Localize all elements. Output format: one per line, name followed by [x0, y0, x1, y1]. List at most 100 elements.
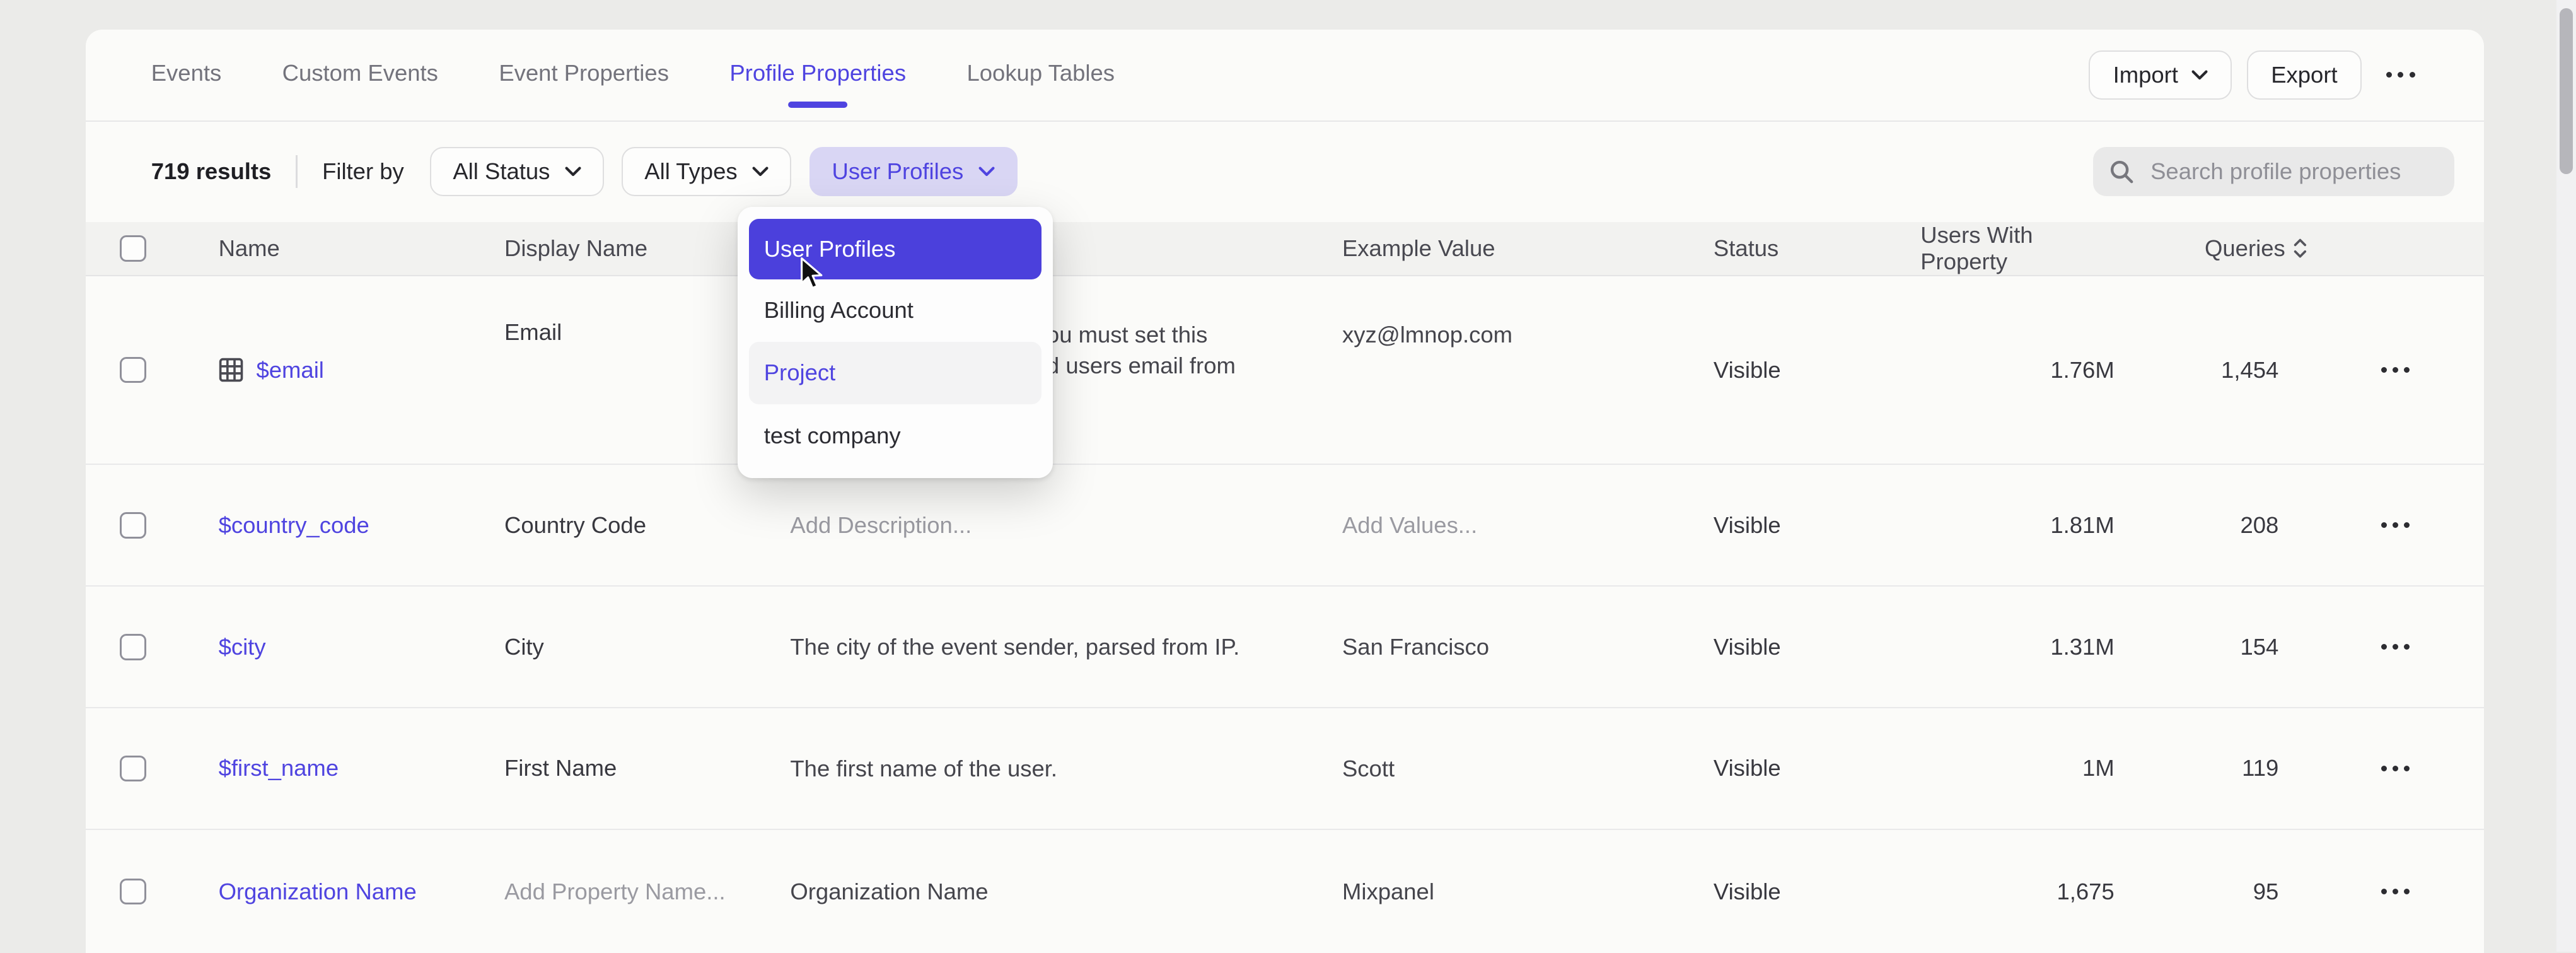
- display-name-value: First Name: [504, 755, 617, 781]
- row-checkbox[interactable]: [120, 634, 146, 660]
- dot-icon: [2381, 766, 2387, 771]
- scrollbar-track: [2556, 0, 2576, 952]
- row-more-options-button[interactable]: [2371, 752, 2420, 785]
- users-with-property-value: 1.81M: [2050, 512, 2114, 539]
- row-checkbox[interactable]: [120, 879, 146, 905]
- dropdown-item-project[interactable]: Project: [749, 342, 1041, 404]
- type-filter-dropdown[interactable]: All Types: [622, 147, 791, 196]
- dot-icon: [2404, 766, 2410, 771]
- property-name-link[interactable]: Organization Name: [219, 879, 417, 905]
- table-header-row: Name Display Name Example Value Status U…: [86, 222, 2485, 276]
- queries-value: 154: [2240, 634, 2278, 660]
- import-button[interactable]: Import: [2089, 50, 2232, 100]
- column-header-users-with-property: Users With Property: [1920, 222, 2114, 275]
- row-checkbox[interactable]: [120, 357, 146, 383]
- more-options-button[interactable]: [2377, 59, 2425, 91]
- tab-event-properties[interactable]: Event Properties: [499, 29, 669, 121]
- table-row: $city City The city of the event sender,…: [86, 587, 2485, 708]
- status-value: Visible: [1714, 879, 1781, 905]
- property-name-link[interactable]: $first_name: [219, 755, 339, 781]
- entity-dropdown-menu: User Profiles Billing Account Project te…: [738, 207, 1053, 478]
- column-header-status: Status: [1714, 235, 1920, 262]
- search-icon: [2109, 160, 2134, 184]
- tab-list: Events Custom Events Event Properties Pr…: [151, 29, 1115, 121]
- display-name-value: Country Code: [504, 512, 646, 539]
- select-all-checkbox[interactable]: [120, 235, 146, 262]
- property-name-link[interactable]: $email: [219, 357, 324, 383]
- tab-lookup-tables[interactable]: Lookup Tables: [966, 29, 1115, 121]
- export-button-label: Export: [2271, 62, 2337, 88]
- property-name-label: $email: [256, 357, 323, 383]
- lookup-table-icon: [219, 358, 243, 382]
- description-value: The city of the event sender, parsed fro…: [790, 631, 1239, 663]
- dropdown-item-user-profiles[interactable]: User Profiles: [749, 219, 1041, 279]
- example-value: Mixpanel: [1342, 876, 1434, 908]
- add-property-name-placeholder[interactable]: Add Property Name...: [504, 879, 726, 905]
- tab-events[interactable]: Events: [151, 29, 222, 121]
- tab-custom-events[interactable]: Custom Events: [282, 29, 438, 121]
- scrollbar-thumb[interactable]: [2560, 8, 2573, 174]
- property-name-link[interactable]: $city: [219, 634, 266, 660]
- import-button-label: Import: [2113, 62, 2178, 88]
- dot-icon: [2404, 889, 2410, 894]
- queries-value: 119: [2242, 755, 2278, 781]
- row-more-options-button[interactable]: [2371, 875, 2420, 908]
- search-input[interactable]: [2147, 157, 2438, 187]
- toolbar-actions: Import Export: [2089, 50, 2425, 100]
- row-more-options-button[interactable]: [2371, 354, 2420, 386]
- chevron-down-icon: [2191, 70, 2208, 80]
- queries-value: 1,454: [2221, 357, 2278, 383]
- chevron-down-icon: [565, 167, 581, 177]
- example-value: Scott: [1342, 753, 1395, 785]
- row-more-options-button[interactable]: [2371, 509, 2420, 541]
- description-value: Organization Name: [790, 876, 988, 908]
- row-checkbox[interactable]: [120, 756, 146, 782]
- table-row: Organization Name Add Property Name... O…: [86, 830, 2485, 953]
- tabs-bar: Events Custom Events Event Properties Pr…: [86, 30, 2485, 122]
- divider: [296, 155, 298, 188]
- entity-filter-dropdown[interactable]: User Profiles: [809, 147, 1018, 196]
- row-checkbox[interactable]: [120, 512, 146, 539]
- dot-icon: [2381, 522, 2387, 528]
- status-value: Visible: [1714, 357, 1781, 383]
- entity-filter-label: User Profiles: [832, 158, 963, 185]
- queries-value: 95: [2253, 879, 2279, 905]
- description-value: ou must set this d users email from: [1047, 319, 1236, 382]
- table-row: $first_name First Name The first name of…: [86, 708, 2485, 830]
- dropdown-item-billing-account[interactable]: Billing Account: [749, 279, 1041, 342]
- status-filter-dropdown[interactable]: All Status: [430, 147, 603, 196]
- column-header-name: Name: [219, 235, 504, 262]
- users-with-property-value: 1M: [2082, 755, 2115, 781]
- status-filter-label: All Status: [453, 158, 550, 185]
- dot-icon: [2393, 367, 2398, 373]
- property-name-link[interactable]: $country_code: [219, 512, 369, 539]
- results-count: 719 results: [151, 158, 272, 185]
- status-value: Visible: [1714, 634, 1781, 660]
- status-value: Visible: [1714, 755, 1781, 781]
- status-value: Visible: [1714, 512, 1781, 539]
- display-name-value: Email: [504, 319, 562, 346]
- sort-icon: [2294, 238, 2307, 258]
- table-row: $email Email ou must set this d users em…: [86, 276, 2485, 465]
- row-more-options-button[interactable]: [2371, 631, 2420, 663]
- dropdown-item-test-company[interactable]: test company: [749, 404, 1041, 467]
- filter-bar: 719 results Filter by All Status All Typ…: [86, 122, 2485, 222]
- dot-icon: [2398, 72, 2403, 78]
- add-description-placeholder[interactable]: Add Description...: [790, 512, 972, 539]
- add-values-placeholder[interactable]: Add Values...: [1342, 512, 1477, 539]
- export-button[interactable]: Export: [2247, 50, 2362, 100]
- chevron-down-icon: [978, 167, 995, 177]
- dot-icon: [2393, 644, 2398, 650]
- dot-icon: [2410, 72, 2415, 78]
- chevron-down-icon: [752, 167, 769, 177]
- dot-icon: [2386, 72, 2392, 78]
- dot-icon: [2381, 889, 2387, 894]
- users-with-property-value: 1.31M: [2050, 634, 2114, 660]
- example-value: San Francisco: [1342, 631, 1489, 663]
- column-header-queries[interactable]: Queries: [2115, 235, 2307, 262]
- dot-icon: [2404, 367, 2410, 373]
- dot-icon: [2381, 644, 2387, 650]
- dot-icon: [2393, 522, 2398, 528]
- queries-value: 208: [2240, 512, 2278, 539]
- tab-profile-properties[interactable]: Profile Properties: [729, 29, 906, 121]
